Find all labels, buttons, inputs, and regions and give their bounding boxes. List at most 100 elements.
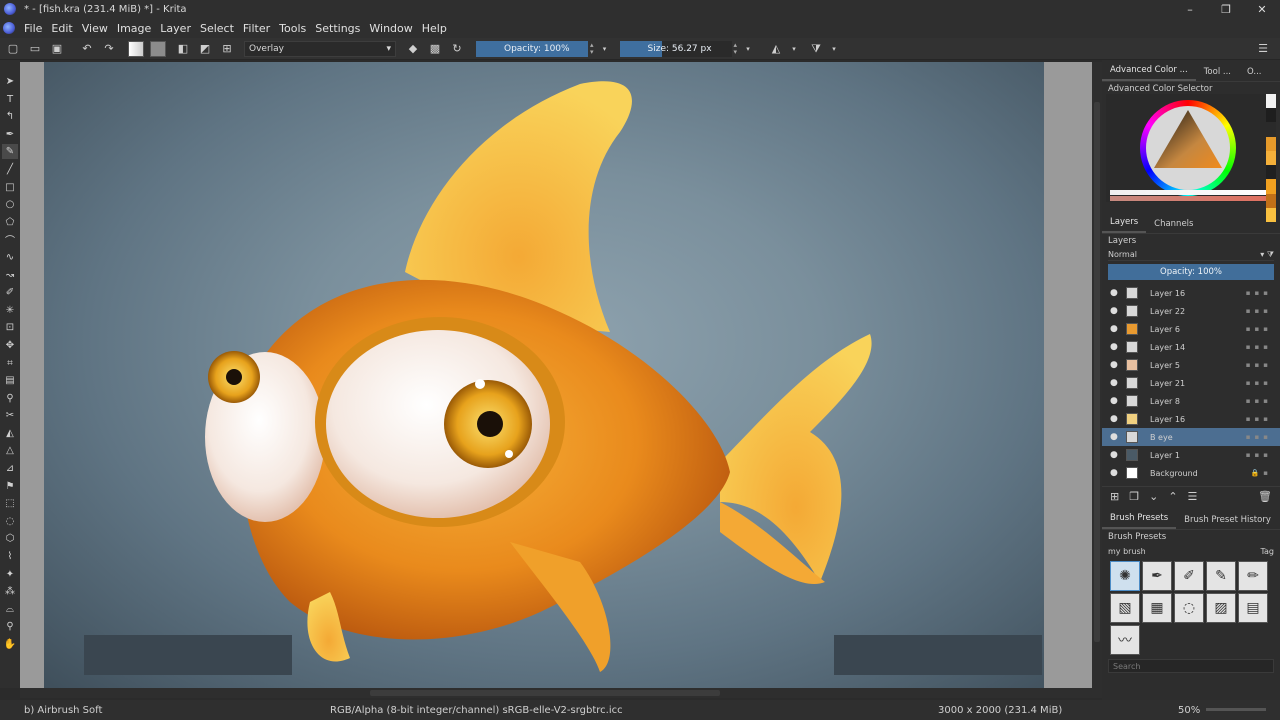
layer-row[interactable]: ● Layer 6 ▪▪▪ [1102, 320, 1280, 338]
menu-image[interactable]: Image [117, 22, 151, 35]
eye-icon[interactable]: ● [1110, 288, 1122, 298]
color-picker-tool-icon[interactable]: ⚲ [2, 391, 18, 406]
close-button[interactable]: ✕ [1244, 0, 1280, 18]
eye-icon[interactable]: ● [1110, 324, 1122, 334]
fg-bg-color-icon[interactable]: ◧ [174, 40, 192, 58]
delete-layer-icon[interactable]: 🗑 [1258, 490, 1272, 503]
mirror-horizontal-icon[interactable]: ◭ [767, 40, 785, 58]
freehand-select-tool-icon[interactable]: ⌇ [2, 549, 18, 564]
contiguous-select-tool-icon[interactable]: ✦ [2, 567, 18, 582]
shade-bar-light[interactable] [1110, 190, 1268, 195]
mirror-h-chevron-icon[interactable]: ▾ [785, 40, 803, 58]
hue-wheel[interactable] [1140, 100, 1236, 196]
move-layer-down-icon[interactable]: ⌄ [1149, 490, 1158, 503]
layer-row[interactable]: ● Layer 8 ▪▪▪ [1102, 392, 1280, 410]
crop-tool-icon[interactable]: ⌗ [2, 356, 18, 371]
layer-controls[interactable]: ▪▪▪ [1246, 415, 1272, 423]
measure-tool-icon[interactable]: ⊿ [2, 461, 18, 476]
menu-tools[interactable]: Tools [279, 22, 306, 35]
bezier-select-tool-icon[interactable]: ⌓ [2, 602, 18, 617]
mirror-vertical-icon[interactable]: ⧩ [807, 40, 825, 58]
app-menu-icon[interactable] [3, 22, 15, 34]
filter-icon[interactable]: ▾ ⧩ [1260, 250, 1274, 260]
pan-tool-icon[interactable]: ✋ [2, 637, 18, 652]
gradient-swatch[interactable] [128, 40, 144, 57]
layer-row[interactable]: ● Layer 5 ▪▪▪ [1102, 356, 1280, 374]
brush-preset-blend-icon[interactable]: ▧ [1110, 593, 1140, 623]
pattern-swatch[interactable] [150, 40, 166, 57]
menu-layer[interactable]: Layer [160, 22, 191, 35]
line-tool-icon[interactable]: ╱ [2, 162, 18, 177]
open-folder-icon[interactable]: ▭ [26, 40, 44, 58]
layer-controls[interactable]: ▪▪▪ [1246, 451, 1272, 459]
layer-controls[interactable]: ▪▪▪ [1246, 397, 1272, 405]
color-triangle[interactable] [1140, 100, 1236, 196]
zoom-tool-icon[interactable]: ⚲ [2, 619, 18, 634]
layer-controls[interactable]: ▪▪▪ [1246, 343, 1272, 351]
text-tool-icon[interactable]: T [2, 92, 18, 107]
bezier-tool-icon[interactable]: ∿ [2, 250, 18, 265]
new-document-icon[interactable]: ▢ [4, 40, 22, 58]
opacity-chevron-icon[interactable]: ▾ [596, 40, 614, 58]
layer-row[interactable]: ● Background 🔒▪ [1102, 464, 1280, 482]
menu-file[interactable]: File [24, 22, 42, 35]
edit-shapes-tool-icon[interactable]: ↰ [2, 109, 18, 124]
layer-row[interactable]: ● Layer 14 ▪▪▪ [1102, 338, 1280, 356]
eye-icon[interactable]: ● [1110, 378, 1122, 388]
polygon-select-tool-icon[interactable]: ⬡ [2, 531, 18, 546]
save-icon[interactable]: ▣ [48, 40, 66, 58]
preset-chooser-icon[interactable]: ⊞ [218, 40, 236, 58]
canvas-area[interactable] [20, 62, 1092, 688]
multibrush-tool-icon[interactable]: ✳ [2, 303, 18, 318]
fill-tool-icon[interactable]: ◭ [2, 426, 18, 441]
polyline-tool-icon[interactable]: ⌒ [2, 232, 18, 247]
eye-icon[interactable]: ● [1110, 432, 1122, 442]
menu-window[interactable]: Window [369, 22, 412, 35]
redo-icon[interactable]: ↷ [100, 40, 118, 58]
move-layer-up-icon[interactable]: ⌃ [1168, 490, 1177, 503]
menu-help[interactable]: Help [422, 22, 447, 35]
opacity-spin[interactable]: ▴ ▾ [590, 41, 594, 56]
minimize-button[interactable]: – [1172, 0, 1208, 18]
tab-layers[interactable]: Layers [1102, 217, 1147, 233]
size-slider[interactable]: Size: 56.27 px [619, 40, 732, 57]
size-chevron-icon[interactable]: ▾ [739, 40, 757, 58]
brush-preset-bristle-icon[interactable]: ▦ [1142, 593, 1172, 623]
brush-preset-airbrush-icon[interactable]: ✺ [1110, 561, 1140, 591]
alpha-lock-icon[interactable]: ▩ [426, 40, 444, 58]
duplicate-layer-icon[interactable]: ❐ [1129, 490, 1139, 503]
mirror-v-chevron-icon[interactable]: ▾ [825, 40, 843, 58]
eye-icon[interactable]: ● [1110, 306, 1122, 316]
docker-menu-icon[interactable]: ☰ [1254, 40, 1272, 58]
layer-controls[interactable]: ▪▪▪ [1246, 361, 1272, 369]
menu-filter[interactable]: Filter [243, 22, 270, 35]
layer-controls[interactable]: ▪▪▪ [1246, 325, 1272, 333]
brush-tag-select[interactable]: my brush Tag [1108, 545, 1274, 557]
eye-icon[interactable]: ● [1110, 360, 1122, 370]
opacity-slider[interactable]: Opacity: 100% [476, 40, 588, 57]
tab-channels[interactable]: Channels [1146, 219, 1201, 233]
tab-overview[interactable]: O... [1239, 67, 1269, 81]
tab-brush-presets[interactable]: Brush Presets [1102, 513, 1177, 529]
brush-preset-marker-icon[interactable]: ✏ [1238, 561, 1268, 591]
menu-select[interactable]: Select [200, 22, 234, 35]
menu-edit[interactable]: Edit [51, 22, 72, 35]
tab-tool-options[interactable]: Tool ... [1196, 67, 1239, 81]
assistant-tool-icon[interactable]: △ [2, 443, 18, 458]
menu-view[interactable]: View [82, 22, 108, 35]
freehand-path-tool-icon[interactable]: ↝ [2, 268, 18, 283]
brush-preset-smudge-icon[interactable]: ◌ [1174, 593, 1204, 623]
blend-mode-select[interactable]: Overlay ▾ [244, 40, 396, 57]
tab-brush-preset-history[interactable]: Brush Preset History [1176, 515, 1279, 529]
tag-button[interactable]: Tag [1260, 547, 1274, 556]
eye-icon[interactable]: ● [1110, 396, 1122, 406]
menu-settings[interactable]: Settings [315, 22, 360, 35]
calligraphy-tool-icon[interactable]: ✒ [2, 127, 18, 142]
layer-row[interactable]: ● Layer 16 ▪▪▪ [1102, 284, 1280, 302]
layer-opacity-slider[interactable]: Opacity: 100% [1108, 264, 1274, 280]
transform-tool-icon[interactable]: ⊡ [2, 320, 18, 335]
advanced-color-selector[interactable] [1106, 94, 1276, 222]
brush-preset-soft-icon[interactable]: ▤ [1238, 593, 1268, 623]
layer-row[interactable]: ● Layer 16 ▪▪▪ [1102, 410, 1280, 428]
brush-search-input[interactable]: Search [1108, 659, 1274, 673]
